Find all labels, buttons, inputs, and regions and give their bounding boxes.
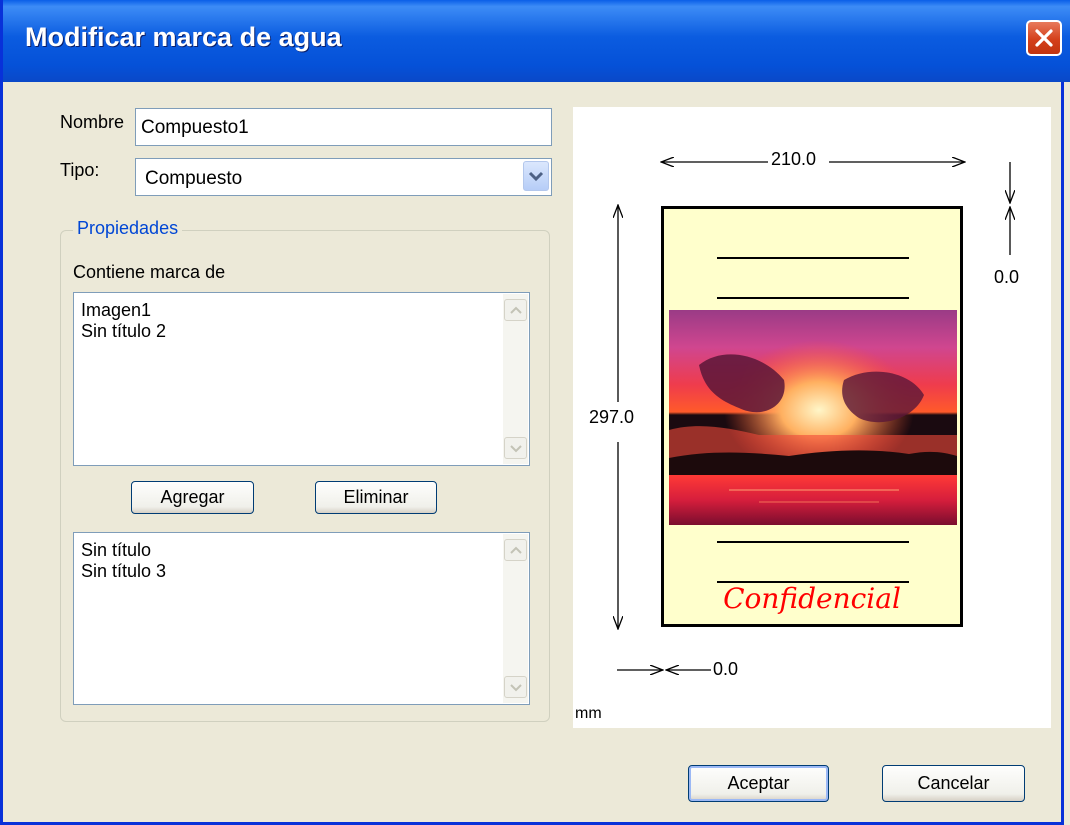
scroll-down-button[interactable] [504,676,527,698]
properties-legend: Propiedades [73,218,183,239]
chevron-up-icon [510,546,522,554]
list-item[interactable]: Sin título 3 [74,561,529,582]
text-line [717,297,909,299]
unit-label: mm [575,705,602,722]
left-offset-value: 0.0 [713,659,739,679]
list-item[interactable]: Sin título 2 [74,321,529,342]
scroll-up-button[interactable] [504,539,527,561]
width-value: 210.0 [771,149,817,169]
title-bar[interactable]: Modificar marca de agua [3,0,1070,82]
scroll-down-button[interactable] [504,437,527,459]
page-preview: Confidencial [661,206,963,627]
watermark-text: Confidencial [723,582,901,615]
included-list[interactable]: Imagen1 Sin título 2 [73,292,530,466]
text-line [717,541,909,543]
type-dropdown-button[interactable] [523,161,549,191]
list-item[interactable]: Sin título [74,540,529,561]
type-select-value: Compuesto [145,168,243,189]
included-scrollbar[interactable] [503,294,528,464]
chevron-down-icon [528,171,544,182]
name-label: Nombre [60,112,125,132]
dialog-window: Modificar marca de agua Nombre Compuesto… [0,0,1070,825]
chevron-down-icon [510,445,522,453]
list-item[interactable]: Imagen1 [74,300,529,321]
height-value: 297.0 [589,407,635,427]
watermark-preview: 210.0 297.0 0.0 0.0 mm Confidencial [573,107,1051,728]
name-input-value: Compuesto1 [141,117,249,138]
scroll-up-button[interactable] [504,299,527,321]
close-icon [1035,29,1053,47]
available-list[interactable]: Sin título Sin título 3 [73,532,530,705]
remove-button[interactable]: Eliminar [315,481,437,514]
top-offset-value: 0.0 [994,267,1020,287]
ok-button[interactable]: Aceptar [688,765,829,802]
text-line [717,257,909,259]
cancel-button[interactable]: Cancelar [882,765,1025,802]
dialog-title: Modificar marca de agua [25,22,342,52]
chevron-down-icon [510,684,522,692]
type-label: Tipo: [60,160,100,180]
type-select[interactable]: Compuesto [135,158,552,196]
add-button[interactable]: Agregar [131,481,254,514]
available-scrollbar[interactable] [503,534,528,703]
name-input[interactable]: Compuesto1 [135,108,552,146]
close-button[interactable] [1026,20,1062,56]
chevron-up-icon [510,306,522,314]
contains-label: Contiene marca de [73,262,226,282]
sunset-image [669,310,957,525]
